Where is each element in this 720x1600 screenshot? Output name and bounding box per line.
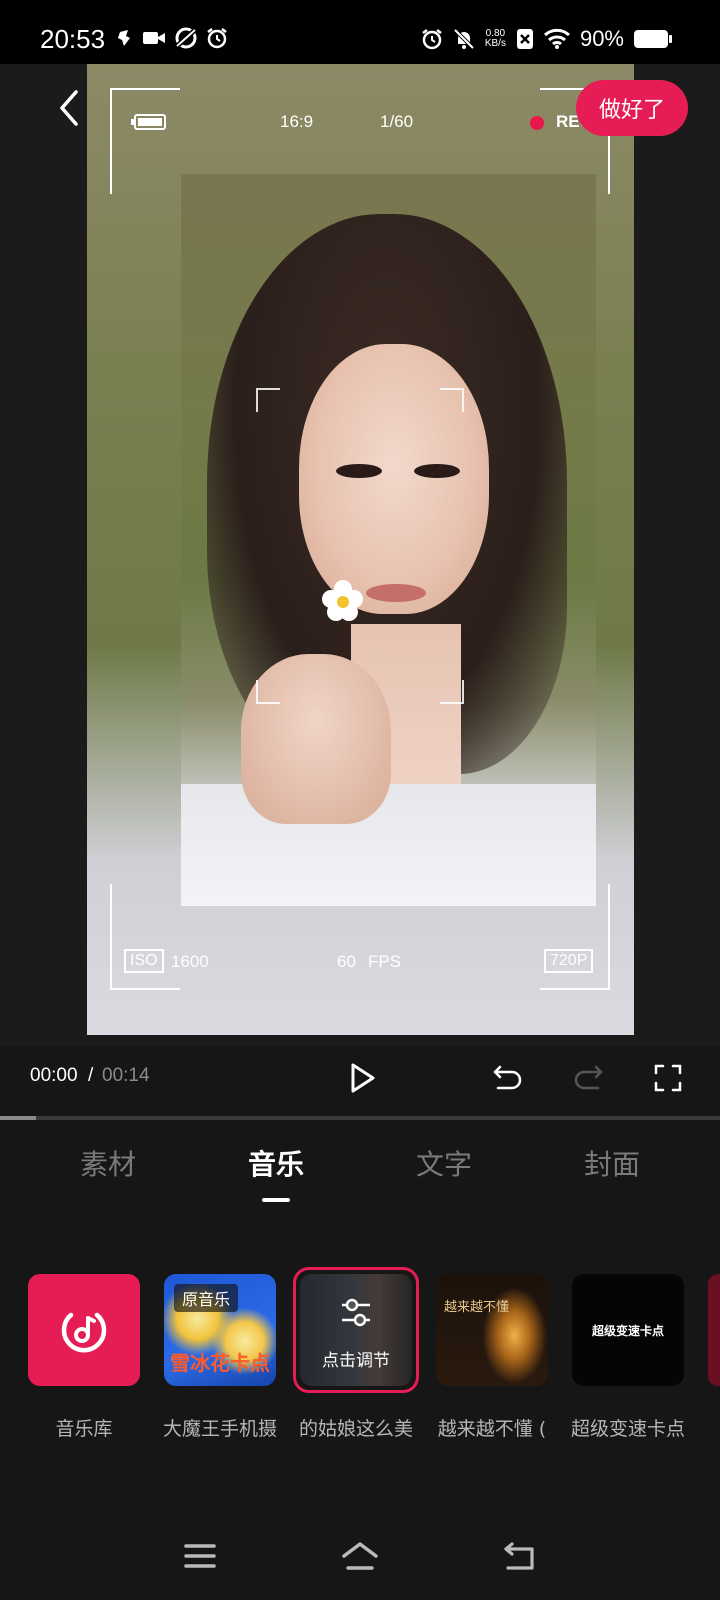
music-note-icon	[61, 1312, 107, 1353]
thumbnail-text: 超级变速卡点	[591, 1323, 664, 1338]
tab-text[interactable]: 文字	[384, 1143, 504, 1183]
status-right-icons: 0.80 KB/s 90%	[421, 26, 672, 52]
face-shape	[299, 344, 489, 614]
menu-icon	[184, 1544, 216, 1568]
music-thumbnail[interactable]: 超级变速卡点	[572, 1274, 684, 1386]
left-eye	[336, 464, 382, 478]
lips	[366, 584, 426, 602]
back-nav-button[interactable]	[498, 1538, 542, 1574]
tab-cover[interactable]: 封面	[552, 1143, 672, 1183]
alarm-icon	[207, 28, 227, 49]
battery-icon	[634, 30, 672, 48]
focus-corner	[256, 680, 280, 704]
music-item-partial[interactable]	[708, 1274, 720, 1386]
music-library-tile[interactable]	[28, 1274, 140, 1386]
menu-button[interactable]	[178, 1538, 222, 1574]
redo-icon	[574, 1065, 603, 1090]
music-thumbnail[interactable]: 原音乐 雪冰花卡点	[164, 1274, 276, 1386]
chevron-left-icon	[60, 90, 78, 126]
iso-value: 1600	[171, 952, 209, 971]
mute-bell-icon	[453, 28, 475, 50]
no-sim-icon	[516, 29, 533, 49]
sliders-icon	[342, 1298, 370, 1327]
tab-music[interactable]: 音乐	[216, 1143, 336, 1183]
alarm-icon	[422, 29, 442, 50]
music-item[interactable]: 原音乐 雪冰花卡点 大魔王手机摄	[163, 1274, 277, 1440]
redo-button[interactable]	[568, 1058, 608, 1098]
play-button[interactable]	[342, 1058, 382, 1098]
progress-fill	[0, 1116, 36, 1120]
status-bar: 20:53 0.80 KB/s 90%	[0, 0, 720, 64]
fps-value: 60	[337, 952, 356, 971]
tab-indicator	[262, 1198, 290, 1202]
net-speed-unit: KB/s	[484, 38, 506, 49]
wifi-icon	[543, 28, 570, 49]
fullscreen-icon	[654, 1064, 682, 1092]
thumbnail-text: 雪冰花卡点	[170, 1351, 270, 1375]
thumbnail-text: 越来越不懂	[444, 1300, 510, 1315]
battery-percent: 90%	[579, 26, 624, 51]
frame-counter: 1/60	[380, 112, 414, 131]
overlay-battery-icon	[131, 114, 166, 130]
undo-icon	[493, 1065, 522, 1090]
tab-material[interactable]: 素材	[48, 1143, 168, 1183]
music-item[interactable]: 越来越不懂 越来越不懂 (	[436, 1274, 548, 1440]
frame-corner-bottom-left	[110, 884, 180, 990]
status-left-icons	[116, 27, 228, 49]
shirt-shape	[181, 784, 596, 906]
iso-label: ISO	[124, 949, 164, 973]
frame-corner-bottom-right	[540, 884, 610, 990]
sync-icon	[174, 27, 198, 49]
music-item-label: 大魔王手机摄	[162, 1418, 277, 1440]
focus-corner	[440, 388, 464, 412]
main-photo	[181, 174, 596, 906]
selected-frame: 点击调节	[293, 1267, 419, 1393]
status-time: 20:53	[40, 24, 106, 54]
done-button[interactable]: 做好了	[576, 80, 688, 136]
right-eye	[414, 464, 460, 478]
progress-track[interactable]	[0, 1116, 720, 1120]
music-item[interactable]: 超级变速卡点 超级变速卡点	[571, 1274, 685, 1440]
original-music-tag: 原音乐	[174, 1284, 239, 1312]
music-item-library[interactable]: 音乐库	[28, 1274, 140, 1440]
focus-corner	[256, 388, 280, 412]
fullscreen-button[interactable]	[648, 1058, 688, 1098]
undo-button[interactable]	[488, 1058, 528, 1098]
back-button[interactable]	[50, 86, 90, 130]
aspect-ratio: 16:9	[280, 112, 314, 131]
music-thumbnail[interactable]: 点击调节	[300, 1274, 412, 1386]
resolution-label: 720P	[544, 949, 594, 973]
frame-corner-top-left	[110, 88, 180, 194]
back-icon	[504, 1542, 534, 1570]
focus-corner	[440, 680, 464, 704]
video-camera-icon	[143, 32, 165, 44]
adjust-label: 点击调节	[322, 1351, 390, 1371]
fps-label: FPS	[368, 952, 402, 971]
home-icon	[342, 1542, 378, 1570]
music-item-label: 的姑娘这么美	[298, 1418, 413, 1440]
rec-dot-icon	[530, 116, 544, 130]
current-time: 00:00	[30, 1065, 78, 1086]
home-button[interactable]	[338, 1538, 382, 1574]
video-preview[interactable]: 16:9 1/60 REC ISO 1600 60 FPS 720P	[0, 64, 720, 1046]
time-separator: /	[88, 1065, 94, 1086]
flower-icon	[322, 580, 363, 621]
music-item-label: 音乐库	[55, 1418, 113, 1440]
notification-bird-icon	[118, 30, 130, 46]
play-icon	[351, 1063, 375, 1093]
total-time: 00:14	[102, 1065, 150, 1086]
music-item-label: 超级变速卡点	[570, 1418, 685, 1440]
net-speed: 0.80 KB/s	[485, 29, 506, 49]
music-item-selected[interactable]: 点击调节 的姑娘这么美	[293, 1267, 419, 1440]
music-thumbnail[interactable]: 越来越不懂	[436, 1274, 548, 1386]
music-item-label: 越来越不懂 (	[437, 1418, 547, 1440]
